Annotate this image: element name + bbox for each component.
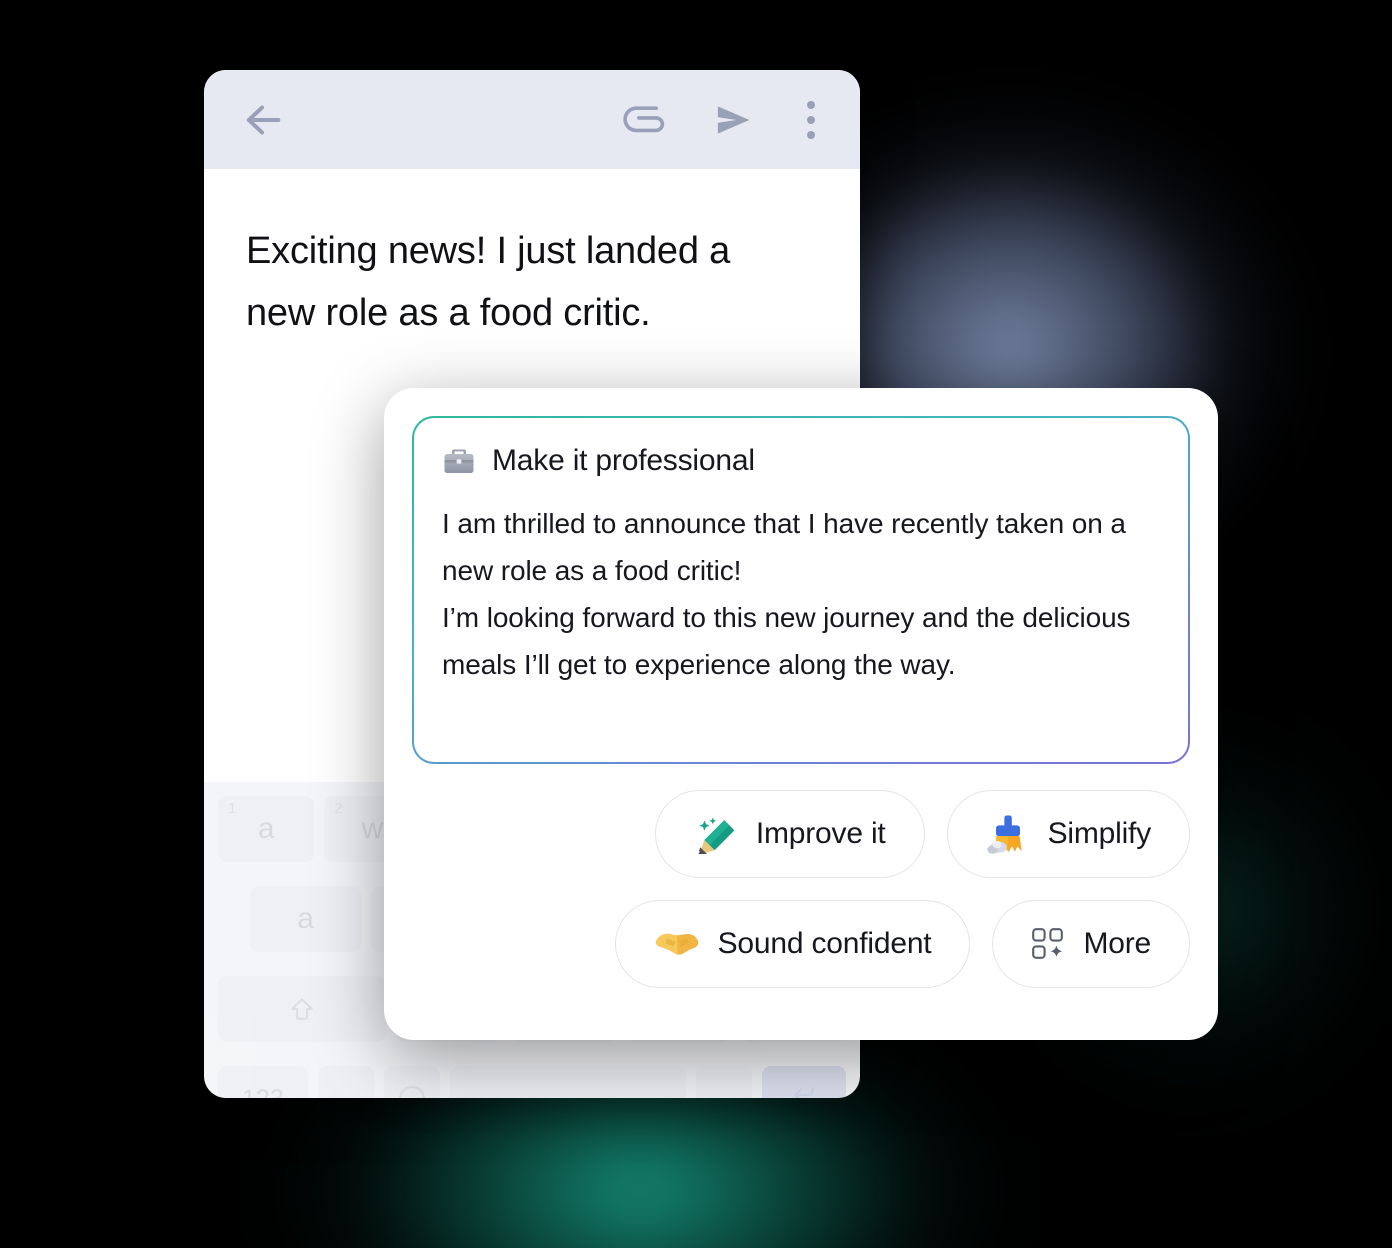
key-superscript: 2 bbox=[334, 800, 343, 817]
sparkle-pencil-emoji bbox=[694, 814, 738, 856]
ai-writing-assistant-card: Make it professional I am thrilled to an… bbox=[384, 388, 1218, 1040]
rewrite-paragraph-1: I am thrilled to announce that I have re… bbox=[442, 508, 1126, 587]
globe-icon bbox=[398, 1086, 425, 1098]
rewrite-body[interactable]: I am thrilled to announce that I have re… bbox=[442, 500, 1160, 688]
key-superscript: 1 bbox=[228, 800, 237, 817]
rewrite-header: Make it professional bbox=[442, 444, 1160, 478]
key-label: w bbox=[361, 812, 384, 845]
rewrite-paragraph-2: I’m looking forward to this new journey … bbox=[442, 602, 1131, 681]
overflow-dots bbox=[807, 100, 815, 139]
key-a[interactable]: 1a bbox=[218, 796, 315, 862]
rewrite-preview-inner: Make it professional I am thrilled to an… bbox=[414, 418, 1188, 762]
handshake-emoji bbox=[654, 926, 700, 962]
action-chip-row-bottom: Sound confident More bbox=[412, 900, 1190, 988]
key-label: , bbox=[342, 1082, 350, 1098]
key-period[interactable]: . bbox=[695, 1066, 752, 1098]
screenshot-stage: Exciting news! I just landed a new role … bbox=[0, 0, 1392, 1248]
key-label: a bbox=[257, 812, 275, 845]
improve-it-button[interactable]: Improve it bbox=[654, 790, 925, 878]
key-enter[interactable] bbox=[761, 1066, 846, 1098]
simplify-button[interactable]: Simplify bbox=[946, 790, 1190, 878]
simplify-label: Simplify bbox=[1047, 817, 1152, 850]
sound-confident-button[interactable]: Sound confident bbox=[614, 900, 971, 988]
send-icon[interactable] bbox=[710, 98, 758, 142]
compose-toolbar bbox=[204, 70, 860, 169]
key-shift[interactable] bbox=[218, 976, 386, 1042]
key-numbers[interactable]: 123 bbox=[218, 1066, 308, 1098]
key-a-home[interactable]: a bbox=[250, 886, 362, 952]
more-vertical-icon[interactable] bbox=[798, 98, 824, 142]
key-comma[interactable]: , bbox=[317, 1066, 374, 1098]
shift-icon bbox=[289, 995, 315, 1023]
rewrite-preview-box: Make it professional I am thrilled to an… bbox=[412, 416, 1190, 764]
key-label: a bbox=[297, 902, 314, 935]
key-language-globe[interactable] bbox=[383, 1066, 440, 1098]
improve-it-label: Improve it bbox=[755, 817, 886, 850]
briefcase-emoji bbox=[442, 446, 476, 476]
keyboard-row: 123 , . bbox=[214, 1066, 850, 1098]
action-chip-group: Improve it Simplify Sound confident More bbox=[412, 790, 1190, 988]
key-label: 123 bbox=[242, 1085, 284, 1099]
compose-message-text[interactable]: Exciting news! I just landed a new role … bbox=[246, 221, 786, 344]
broom-emoji bbox=[986, 813, 1030, 855]
key-label: . bbox=[720, 1082, 728, 1098]
sound-confident-label: Sound confident bbox=[717, 927, 932, 960]
more-label: More bbox=[1083, 927, 1151, 960]
paperclip-icon[interactable] bbox=[618, 98, 670, 142]
more-button[interactable]: More bbox=[992, 900, 1190, 988]
grid-sparkle-icon bbox=[1031, 927, 1065, 961]
enter-icon bbox=[791, 1082, 817, 1098]
arrow-left-icon[interactable] bbox=[240, 97, 286, 143]
rewrite-title: Make it professional bbox=[492, 444, 755, 477]
action-chip-row-top: Improve it Simplify bbox=[412, 790, 1190, 878]
key-spacebar[interactable] bbox=[450, 1066, 686, 1098]
